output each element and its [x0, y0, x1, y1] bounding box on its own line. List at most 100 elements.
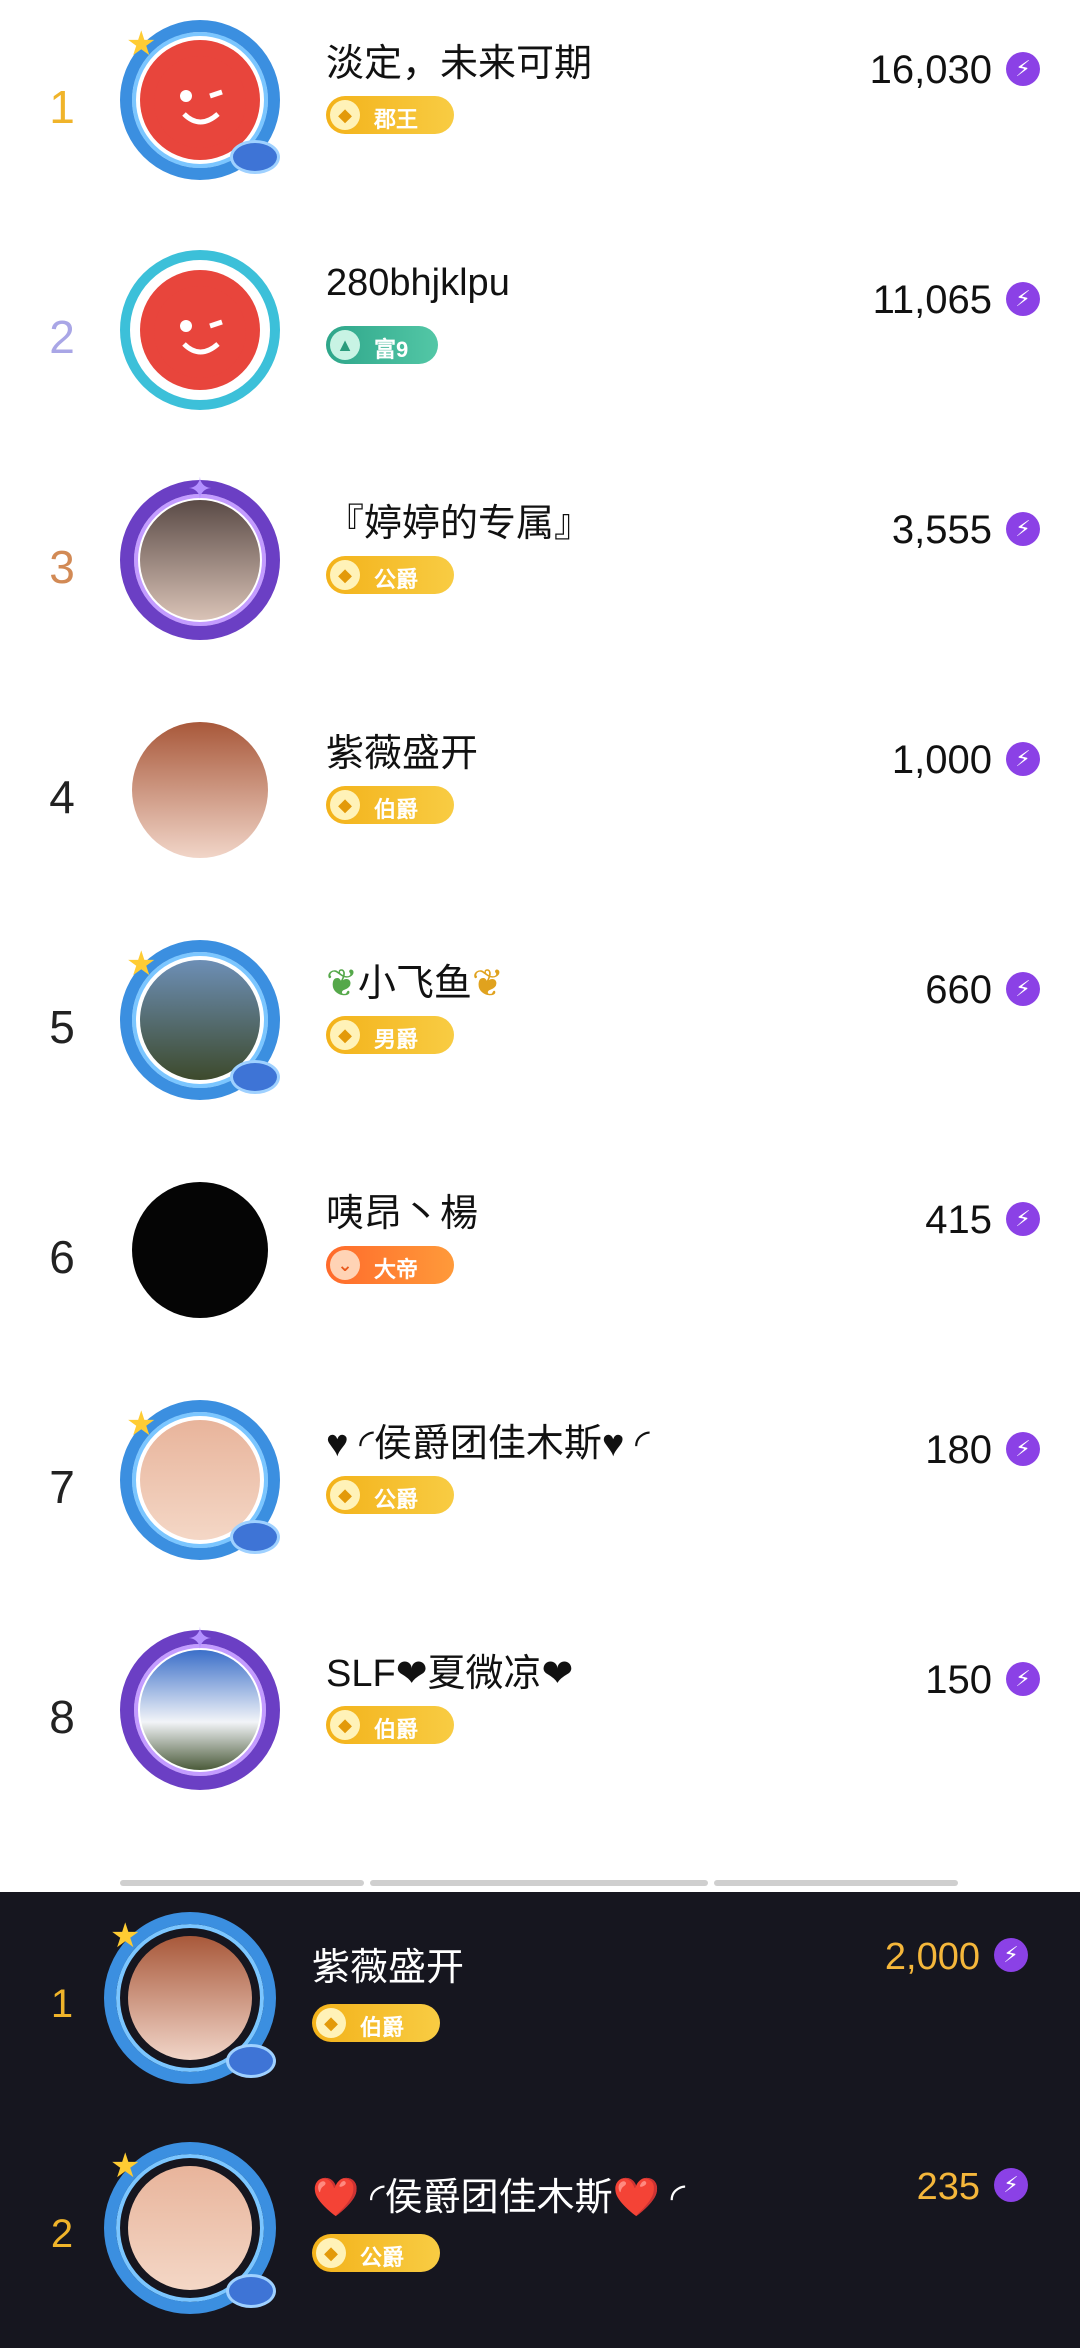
wheat-icon: ❦: [471, 963, 504, 1005]
lightning-coin-icon: ⚡: [1006, 972, 1040, 1006]
rank-badge: ◆ 伯爵: [312, 2004, 440, 2042]
user-name[interactable]: SLF❤夏微凉❤: [326, 1642, 573, 1697]
score: 150: [925, 1658, 992, 1702]
avatar[interactable]: ★: [120, 1400, 280, 1560]
rank-number: 1: [49, 81, 75, 133]
rank-badge: ◆ 伯爵: [326, 786, 454, 824]
ranking-row[interactable]: 7 ★ ♥ ◜侯爵团佳木斯♥ ◜ ◆ 公爵 180 ⚡: [0, 1380, 1080, 1610]
user-name[interactable]: 280bhjklpu: [326, 262, 510, 305]
score: 16,030: [869, 48, 992, 92]
coin-icon: ◆: [330, 1480, 360, 1510]
lightning-coin-icon: ⚡: [1006, 512, 1040, 546]
badge-label: 伯爵: [374, 797, 419, 822]
coin-icon: ◆: [330, 1710, 360, 1740]
rank-number: 3: [49, 541, 75, 593]
coin-icon: ◆: [316, 2238, 346, 2268]
star-icon: ★: [126, 25, 157, 63]
avatar[interactable]: ✦: [120, 473, 280, 640]
user-name[interactable]: 淡定，未来可期: [326, 32, 592, 87]
score: 235: [916, 2166, 980, 2208]
avatar[interactable]: [120, 710, 280, 870]
badge-label: 富9: [374, 337, 409, 362]
ranking-row[interactable]: 2 280bhjklpu ▲ 富9 11,065 ⚡: [0, 230, 1080, 460]
rank-badge: ◆ 伯爵: [326, 1706, 454, 1744]
my-ranking-panel: 1 ★ 紫薇盛开 ◆ 伯爵 2,000 ⚡ 2 ★ ❤️ ◜侯爵团佳木斯❤️ ◜ …: [0, 1892, 1080, 2348]
ranking-row[interactable]: 8 ✦ SLF❤夏微凉❤ ◆ 伯爵 150 ⚡: [0, 1610, 1080, 1840]
panel-row[interactable]: 2 ★ ❤️ ◜侯爵团佳木斯❤️ ◜ ◆ 公爵 235 ⚡: [0, 2122, 1080, 2352]
score: 415: [925, 1198, 992, 1242]
coin-icon: ◆: [316, 2008, 346, 2038]
rank-number: 6: [49, 1231, 75, 1283]
badge-label: 伯爵: [360, 2015, 405, 2040]
ranking-row[interactable]: 4 紫薇盛开 ◆ 伯爵 1,000 ⚡: [0, 690, 1080, 920]
user-name[interactable]: 咦昂丶楊: [326, 1182, 478, 1237]
user-name[interactable]: ❤️ ◜侯爵团佳木斯❤️ ◜: [312, 2166, 685, 2221]
user-name[interactable]: ❦小飞鱼❦: [326, 952, 504, 1007]
ranking-row[interactable]: 3 ✦ 『婷婷的专属』 ◆ 公爵 3,555 ⚡: [0, 460, 1080, 690]
rank-badge: ▲ 富9: [326, 326, 438, 364]
avatar[interactable]: [120, 250, 280, 410]
rank-badge: ◆ 男爵: [326, 1016, 454, 1054]
planet-icon: [226, 2274, 276, 2308]
avatar[interactable]: ✦: [120, 1623, 280, 1790]
ranking-row[interactable]: 6 咦昂丶楊 ⌄ 大帝 415 ⚡: [0, 1150, 1080, 1380]
star-icon: ★: [126, 945, 157, 983]
star-icon: ★: [110, 1917, 141, 1955]
avatar-image: [132, 722, 268, 858]
tab-indicator-segment: [714, 1880, 958, 1886]
user-name[interactable]: 『婷婷的专属』: [326, 492, 592, 547]
coin-icon: ◆: [330, 100, 360, 130]
triangle-icon: ▲: [330, 330, 360, 360]
lightning-coin-icon: ⚡: [1006, 282, 1040, 316]
rank-number: 8: [49, 1691, 75, 1743]
user-name[interactable]: ♥ ◜侯爵团佳木斯♥ ◜: [326, 1412, 650, 1467]
tab-indicator-segment: [120, 1880, 364, 1886]
avatar[interactable]: ★: [104, 2142, 276, 2314]
rank-badge: ⌄ 大帝: [326, 1246, 454, 1284]
user-name[interactable]: 紫薇盛开: [326, 722, 478, 777]
badge-label: 大帝: [374, 1257, 419, 1282]
avatar[interactable]: ★: [104, 1912, 276, 2084]
ranking-row[interactable]: 1 ★ 淡定，未来可期 ◆ 郡王 16,030 ⚡: [0, 0, 1080, 230]
lightning-coin-icon: ⚡: [1006, 1432, 1040, 1466]
planet-icon: [230, 1520, 280, 1554]
coin-icon: ◆: [330, 790, 360, 820]
panel-row[interactable]: 1 ★ 紫薇盛开 ◆ 伯爵 2,000 ⚡: [0, 1892, 1080, 2122]
rank-number: 5: [49, 1001, 75, 1053]
coin-icon: ◆: [330, 560, 360, 590]
avatar-image: [132, 1182, 268, 1318]
badge-label: 公爵: [360, 2245, 405, 2270]
badge-label: 男爵: [374, 1027, 419, 1052]
lightning-coin-icon: ⚡: [994, 1938, 1028, 1972]
chevron-icon: ⌄: [330, 1250, 360, 1280]
coin-icon: ◆: [330, 1020, 360, 1050]
tab-indicator-segment: [370, 1880, 708, 1886]
badge-label: 公爵: [374, 1487, 419, 1512]
badge-label: 公爵: [374, 567, 419, 592]
leaf-icon: ❦: [326, 963, 358, 1005]
star-icon: ★: [126, 1405, 157, 1443]
planet-icon: [230, 140, 280, 174]
planet-icon: [230, 1060, 280, 1094]
rank-number: 2: [49, 311, 75, 363]
ranking-row[interactable]: 5 ★ ❦小飞鱼❦ ◆ 男爵 660 ⚡: [0, 920, 1080, 1150]
lightning-coin-icon: ⚡: [1006, 1202, 1040, 1236]
rank-badge: ◆ 公爵: [326, 556, 454, 594]
user-name[interactable]: 紫薇盛开: [312, 1936, 464, 1991]
lightning-coin-icon: ⚡: [994, 2168, 1028, 2202]
lightning-coin-icon: ⚡: [1006, 1662, 1040, 1696]
avatar-frame: [120, 250, 280, 410]
rank-number: 4: [49, 771, 75, 823]
lightning-coin-icon: ⚡: [1006, 742, 1040, 776]
crown-icon: ✦: [187, 473, 213, 506]
rank-number: 1: [50, 1982, 74, 2026]
avatar[interactable]: ★: [120, 940, 280, 1100]
tab-indicator: [0, 1880, 1080, 1888]
rank-badge: ◆ 公爵: [312, 2234, 440, 2272]
rank-badge: ◆ 郡王: [326, 96, 454, 134]
score: 180: [925, 1428, 992, 1472]
rank-badge: ◆ 公爵: [326, 1476, 454, 1514]
badge-label: 郡王: [374, 107, 419, 132]
avatar[interactable]: [120, 1170, 280, 1330]
avatar[interactable]: ★: [120, 20, 280, 180]
